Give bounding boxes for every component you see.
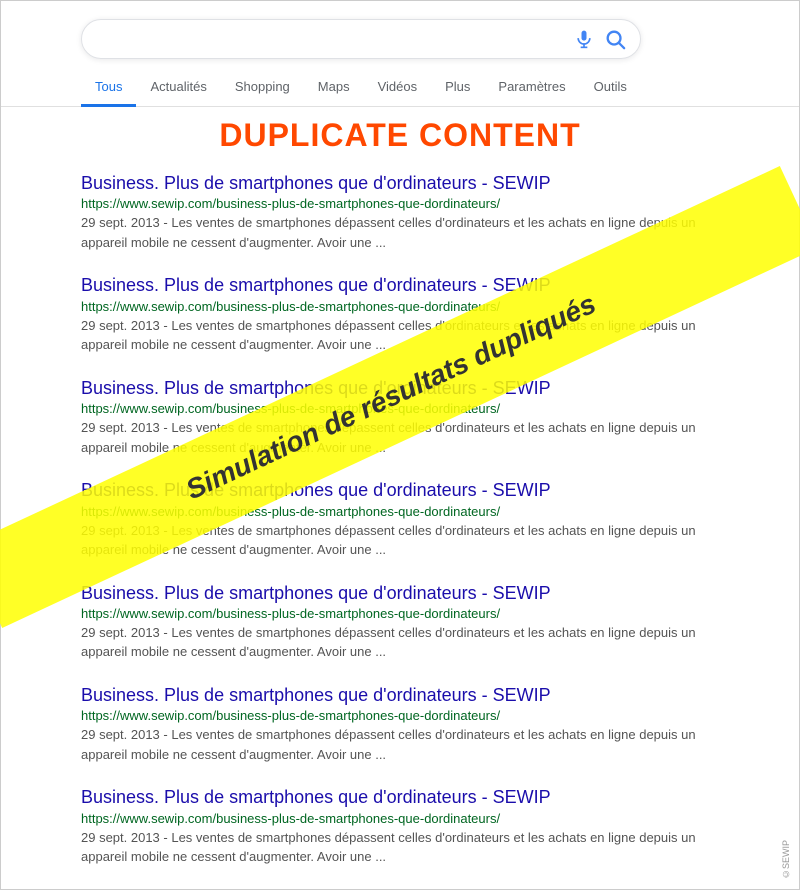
tab-tous[interactable]: Tous xyxy=(81,69,136,107)
page-title: DUPLICATE CONTENT xyxy=(1,117,799,154)
result-item: Business. Plus de smartphones que d'ordi… xyxy=(81,172,719,252)
result-snippet: 29 sept. 2013 - Les ventes de smartphone… xyxy=(81,213,719,252)
tab-outils[interactable]: Outils xyxy=(580,69,641,107)
result-title[interactable]: Business. Plus de smartphones que d'ordi… xyxy=(81,172,719,195)
result-url: https://www.sewip.com/business-plus-de-s… xyxy=(81,708,719,723)
results-container: Simulation de résultats dupliqués Busine… xyxy=(1,172,799,867)
result-snippet: 29 sept. 2013 - Les ventes de smartphone… xyxy=(81,521,719,560)
result-url: https://www.sewip.com/business-plus-de-s… xyxy=(81,401,719,416)
result-snippet: 29 sept. 2013 - Les ventes de smartphone… xyxy=(81,418,719,457)
result-url: https://www.sewip.com/business-plus-de-s… xyxy=(81,196,719,211)
search-icon[interactable] xyxy=(604,28,626,50)
result-title[interactable]: Business. Plus de smartphones que d'ordi… xyxy=(81,274,719,297)
result-title[interactable]: Business. Plus de smartphones que d'ordi… xyxy=(81,786,719,809)
search-icons xyxy=(574,28,626,50)
result-item: Business. Plus de smartphones que d'ordi… xyxy=(81,274,719,354)
search-input-wrapper xyxy=(81,19,641,59)
result-url: https://www.sewip.com/business-plus-de-s… xyxy=(81,606,719,621)
search-bar-area xyxy=(1,1,799,69)
result-title[interactable]: Business. Plus de smartphones que d'ordi… xyxy=(81,377,719,400)
tab-shopping[interactable]: Shopping xyxy=(221,69,304,107)
result-item: Business. Plus de smartphones que d'ordi… xyxy=(81,582,719,662)
tab-maps[interactable]: Maps xyxy=(304,69,364,107)
result-item: Business. Plus de smartphones que d'ordi… xyxy=(81,377,719,457)
search-input[interactable] xyxy=(96,30,566,48)
result-item: Business. Plus de smartphones que d'ordi… xyxy=(81,684,719,764)
result-url: https://www.sewip.com/business-plus-de-s… xyxy=(81,299,719,314)
result-snippet: 29 sept. 2013 - Les ventes de smartphone… xyxy=(81,725,719,764)
result-snippet: 29 sept. 2013 - Les ventes de smartphone… xyxy=(81,623,719,662)
result-title[interactable]: Business. Plus de smartphones que d'ordi… xyxy=(81,479,719,502)
result-url: https://www.sewip.com/business-plus-de-s… xyxy=(81,811,719,826)
result-snippet: 29 sept. 2013 - Les ventes de smartphone… xyxy=(81,828,719,867)
result-title[interactable]: Business. Plus de smartphones que d'ordi… xyxy=(81,582,719,605)
tab-plus[interactable]: Plus xyxy=(431,69,484,107)
result-item: Business. Plus de smartphones que d'ordi… xyxy=(81,479,719,559)
tab-parametres[interactable]: Paramètres xyxy=(484,69,579,107)
result-title[interactable]: Business. Plus de smartphones que d'ordi… xyxy=(81,684,719,707)
tab-actualites[interactable]: Actualités xyxy=(136,69,220,107)
mic-icon[interactable] xyxy=(574,29,594,49)
watermark: ©SEWIP xyxy=(781,840,791,879)
result-snippet: 29 sept. 2013 - Les ventes de smartphone… xyxy=(81,316,719,355)
nav-tabs: Tous Actualités Shopping Maps Vidéos Plu… xyxy=(1,69,799,107)
tab-videos[interactable]: Vidéos xyxy=(364,69,432,107)
result-item: Business. Plus de smartphones que d'ordi… xyxy=(81,786,719,866)
result-url: https://www.sewip.com/business-plus-de-s… xyxy=(81,504,719,519)
